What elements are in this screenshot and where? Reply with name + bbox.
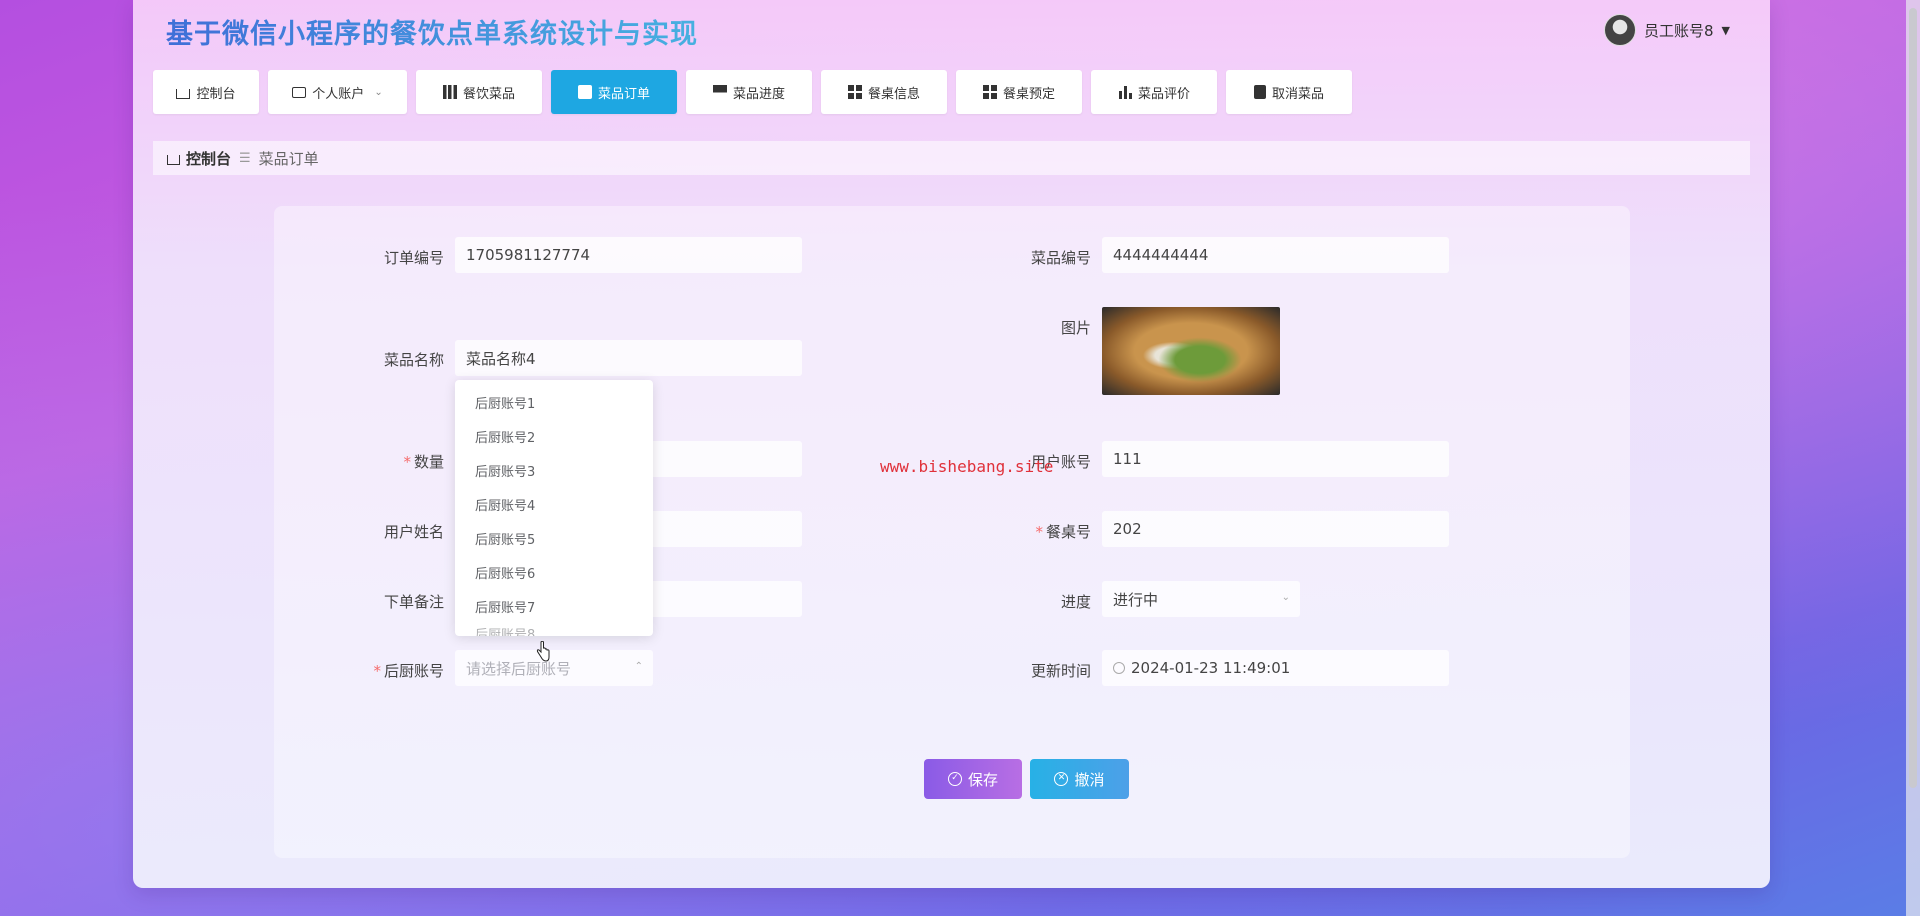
- dish-name-input[interactable]: 菜品名称4: [455, 340, 802, 376]
- updated-time-label: 更新时间: [1030, 662, 1091, 680]
- dish-no-input[interactable]: 4444444444: [1102, 237, 1449, 273]
- nav-table-reservation[interactable]: 餐桌预定: [956, 70, 1082, 114]
- table-no-input[interactable]: 202: [1102, 511, 1449, 547]
- dish-no-label: 菜品编号: [1030, 249, 1091, 267]
- updated-time-input[interactable]: 2024-01-23 11:49:01: [1102, 650, 1449, 686]
- cancel-button[interactable]: ✕ 撤消: [1030, 759, 1129, 799]
- updated-time-value: 2024-01-23 11:49:01: [1131, 659, 1291, 677]
- dropdown-option[interactable]: 后厨账号3: [455, 456, 653, 490]
- clipboard-icon: [1253, 85, 1266, 99]
- kitchen-account-placeholder: 请选择后厨账号: [466, 659, 572, 678]
- save-button[interactable]: ✓ 保存: [924, 759, 1022, 799]
- dropdown-option[interactable]: 后厨账号5: [455, 524, 653, 558]
- avatar[interactable]: [1604, 14, 1636, 46]
- nav-dish-progress[interactable]: 菜品进度: [686, 70, 812, 114]
- cancel-button-label: 撤消: [1074, 770, 1105, 789]
- stat-icon: [1117, 85, 1132, 99]
- dropdown-padding: [455, 380, 653, 388]
- nav-table-info[interactable]: 餐桌信息: [821, 70, 947, 114]
- table-no-label: * 餐桌号: [971, 521, 1091, 542]
- progress-select-value: 进行中: [1113, 590, 1159, 609]
- image-label: 图片: [1060, 319, 1091, 337]
- progress-select[interactable]: 进行中 ⌄: [1102, 581, 1300, 617]
- scrollbar-thumb[interactable]: [1909, 8, 1917, 788]
- user-account-input[interactable]: 111: [1102, 441, 1449, 477]
- nav-label: 菜品订单: [597, 86, 650, 102]
- quantity-label: * 数量: [324, 451, 444, 472]
- clock-icon: [1113, 662, 1125, 674]
- chart-icon: [577, 85, 592, 99]
- kitchen-account-select[interactable]: 请选择后厨账号 ⌃: [455, 650, 653, 686]
- breadcrumb-home[interactable]: 控制台: [167, 148, 231, 169]
- kitchen-account-label: * 后厨账号: [324, 660, 444, 681]
- grid-icon: [982, 85, 997, 99]
- quantity-label-text: 数量: [413, 453, 444, 471]
- breadcrumb: 控制台 ☰ 菜品订单: [153, 141, 1750, 175]
- save-button-label: 保存: [967, 770, 998, 789]
- order-no-label: 订单编号: [383, 249, 444, 267]
- home-icon: [176, 89, 191, 99]
- remark-label: 下单备注: [383, 593, 444, 611]
- chevron-up-icon: ⌃: [634, 661, 643, 672]
- dish-name-label: 菜品名称: [383, 351, 444, 369]
- dropdown-option[interactable]: 后厨账号4: [455, 490, 653, 524]
- nav-label: 餐桌预定: [1002, 86, 1055, 102]
- order-no-input[interactable]: 1705981127774: [455, 237, 802, 273]
- user-menu[interactable]: 员工账号8 ▼: [1604, 14, 1730, 46]
- table-no-label-text: 餐桌号: [1045, 523, 1091, 541]
- dish-image: [1102, 307, 1280, 395]
- app-title: 基于微信小程序的餐饮点单系统设计与实现: [166, 12, 698, 51]
- caret-down-icon[interactable]: ▼: [1722, 24, 1730, 37]
- nav-dishes[interactable]: 餐饮菜品: [416, 70, 542, 114]
- chevron-down-icon: ⌄: [1281, 592, 1290, 603]
- kitchen-account-label-text: 后厨账号: [383, 662, 444, 680]
- nav-cancel-dish[interactable]: 取消菜品: [1226, 70, 1352, 114]
- nav-personal-account[interactable]: 个人账户 ⌄: [268, 70, 407, 114]
- flag-icon: [712, 85, 727, 99]
- required-mark: *: [373, 662, 381, 680]
- dropdown-option[interactable]: 后厨账号8: [455, 626, 653, 636]
- nav-label: 取消菜品: [1271, 86, 1324, 102]
- grid-icon: [847, 85, 862, 99]
- breadcrumb-current: 菜品订单: [258, 149, 319, 168]
- nav-label: 个人账户: [312, 86, 365, 102]
- user-name[interactable]: 员工账号8: [1644, 20, 1714, 41]
- required-mark: *: [403, 453, 411, 471]
- hand-cursor-icon: [536, 641, 550, 662]
- dropdown-option[interactable]: 后厨账号6: [455, 558, 653, 592]
- required-mark: *: [1035, 523, 1043, 541]
- user-name-label: 用户姓名: [383, 523, 444, 541]
- dropdown-option[interactable]: 后厨账号2: [455, 422, 653, 456]
- chevron-down-icon: ⌄: [374, 86, 383, 98]
- watermark: www.bishebang.site: [880, 457, 1054, 476]
- kitchen-account-dropdown: 后厨账号1 后厨账号2 后厨账号3 后厨账号4 后厨账号5 后厨账号6 后厨账号…: [455, 380, 653, 636]
- nav-label: 菜品进度: [732, 86, 785, 102]
- nav-dashboard[interactable]: 控制台: [153, 70, 259, 114]
- page-scrollbar[interactable]: [1906, 0, 1920, 916]
- breadcrumb-separator: ☰: [239, 150, 251, 166]
- nav-dish-review[interactable]: 菜品评价: [1091, 70, 1217, 114]
- nav-label: 餐桌信息: [867, 86, 920, 102]
- nav-dish-orders[interactable]: 菜品订单: [551, 70, 677, 114]
- card-icon: [292, 86, 307, 98]
- dropdown-option[interactable]: 后厨账号1: [455, 388, 653, 422]
- nav-label: 餐饮菜品: [462, 86, 515, 102]
- home-icon: [167, 155, 180, 165]
- check-circle-icon: ✓: [947, 772, 962, 786]
- dropdown-option[interactable]: 后厨账号7: [455, 592, 653, 626]
- breadcrumb-home-label[interactable]: 控制台: [186, 148, 231, 169]
- nav-label: 控制台: [196, 86, 236, 102]
- bars-icon: [442, 85, 457, 99]
- progress-label: 进度: [1060, 593, 1091, 611]
- top-nav: 控制台 个人账户 ⌄ 餐饮菜品 菜品订单 菜品进度 餐桌信息 餐桌预定 菜品评价…: [153, 70, 1352, 114]
- close-circle-icon: ✕: [1054, 772, 1069, 786]
- nav-label: 菜品评价: [1137, 86, 1190, 102]
